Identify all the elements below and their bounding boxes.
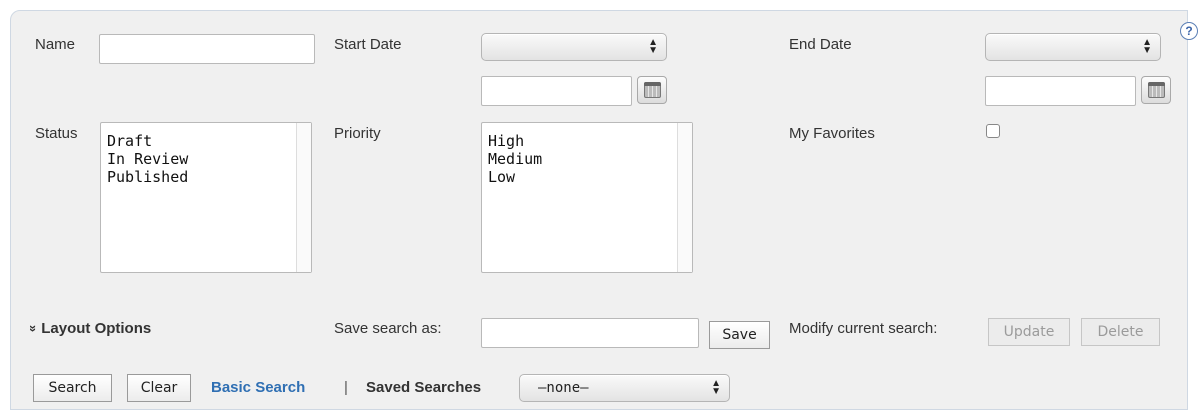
save-search-input[interactable] xyxy=(481,318,699,348)
status-label: Status xyxy=(35,125,78,142)
saved-searches-value: –none– xyxy=(538,380,589,396)
name-input[interactable] xyxy=(99,34,315,64)
select-arrows-icon: ▲ ▼ xyxy=(711,378,721,397)
select-arrows-icon: ▲ ▼ xyxy=(1142,37,1152,56)
end-date-calendar-button[interactable] xyxy=(1141,76,1171,104)
help-icon[interactable]: ? xyxy=(1180,22,1198,40)
start-date-operator-select[interactable]: ▲ ▼ xyxy=(481,33,667,61)
chevron-down-icon: » xyxy=(26,324,42,333)
delete-button[interactable]: Delete xyxy=(1081,318,1160,346)
basic-search-link[interactable]: Basic Search xyxy=(211,379,305,396)
scrollbar[interactable] xyxy=(677,123,692,272)
my-favorites-checkbox[interactable] xyxy=(986,124,1000,138)
calendar-icon xyxy=(644,82,661,98)
name-label: Name xyxy=(35,36,76,53)
my-favorites-label: My Favorites xyxy=(789,125,875,142)
search-button[interactable]: Search xyxy=(33,374,112,402)
end-date-input[interactable] xyxy=(985,76,1136,106)
saved-searches-select[interactable]: –none– ▲ ▼ xyxy=(519,374,730,402)
list-item[interactable]: Published xyxy=(107,165,305,189)
end-date-label: End Date xyxy=(789,36,852,53)
update-button[interactable]: Update xyxy=(988,318,1070,346)
status-listbox[interactable]: Draft In Review Published xyxy=(100,122,312,273)
start-date-input[interactable] xyxy=(481,76,632,106)
save-button[interactable]: Save xyxy=(709,321,770,349)
start-date-label: Start Date xyxy=(334,36,402,53)
priority-label: Priority xyxy=(334,125,381,142)
start-date-calendar-button[interactable] xyxy=(637,76,667,104)
separator: | xyxy=(344,379,348,396)
priority-listbox[interactable]: High Medium Low xyxy=(481,122,693,273)
scrollbar[interactable] xyxy=(296,123,311,272)
layout-options-label: Layout Options xyxy=(41,320,152,337)
calendar-icon xyxy=(1148,82,1165,98)
layout-options-toggle[interactable]: »Layout Options xyxy=(26,320,152,337)
clear-button[interactable]: Clear xyxy=(127,374,191,402)
select-arrows-icon: ▲ ▼ xyxy=(648,37,658,56)
saved-searches-label: Saved Searches xyxy=(366,379,482,396)
modify-search-label: Modify current search: xyxy=(789,320,938,337)
end-date-operator-select[interactable]: ▲ ▼ xyxy=(985,33,1161,61)
save-search-label: Save search as: xyxy=(334,320,442,337)
